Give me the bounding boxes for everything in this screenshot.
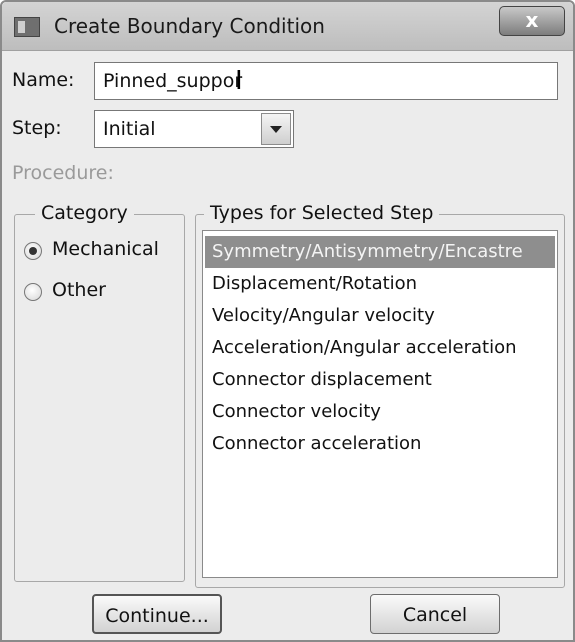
window-title: Create Boundary Condition	[54, 14, 325, 38]
list-item[interactable]: Connector acceleration	[205, 428, 555, 460]
cancel-button[interactable]: Cancel	[370, 594, 500, 634]
mechanical-radio-label[interactable]: Mechanical	[52, 238, 159, 260]
procedure-label: Procedure:	[12, 162, 114, 184]
name-label: Name:	[12, 69, 75, 91]
step-label: Step:	[12, 117, 62, 139]
chevron-down-icon[interactable]	[261, 113, 291, 145]
mechanical-radio[interactable]	[24, 242, 42, 260]
category-title: Category	[35, 202, 134, 224]
types-listbox[interactable]: Symmetry/Antisymmetry/Encastre Displacem…	[202, 230, 558, 578]
title-bar[interactable]: Create Boundary Condition x	[2, 2, 573, 51]
category-group: Category	[14, 202, 185, 582]
close-icon: x	[525, 8, 539, 32]
list-item[interactable]: Symmetry/Antisymmetry/Encastre	[205, 236, 555, 268]
other-radio[interactable]	[24, 283, 42, 301]
list-item[interactable]: Connector velocity	[205, 396, 555, 428]
name-field[interactable]	[94, 62, 558, 100]
close-button[interactable]: x	[499, 6, 565, 36]
continue-button[interactable]: Continue...	[92, 594, 222, 634]
step-selected-value: Initial	[103, 118, 156, 140]
step-select[interactable]: Initial	[94, 110, 294, 148]
window-app-icon	[14, 17, 40, 37]
list-item[interactable]: Velocity/Angular velocity	[205, 300, 555, 332]
list-item[interactable]: Connector displacement	[205, 364, 555, 396]
list-item[interactable]: Displacement/Rotation	[205, 268, 555, 300]
text-cursor-icon: I	[235, 66, 243, 96]
types-title: Types for Selected Step	[204, 202, 440, 224]
other-radio-label[interactable]: Other	[52, 279, 106, 301]
list-item[interactable]: Acceleration/Angular acceleration	[205, 332, 555, 364]
create-boundary-condition-dialog: Create Boundary Condition x Name: I Step…	[0, 0, 575, 642]
